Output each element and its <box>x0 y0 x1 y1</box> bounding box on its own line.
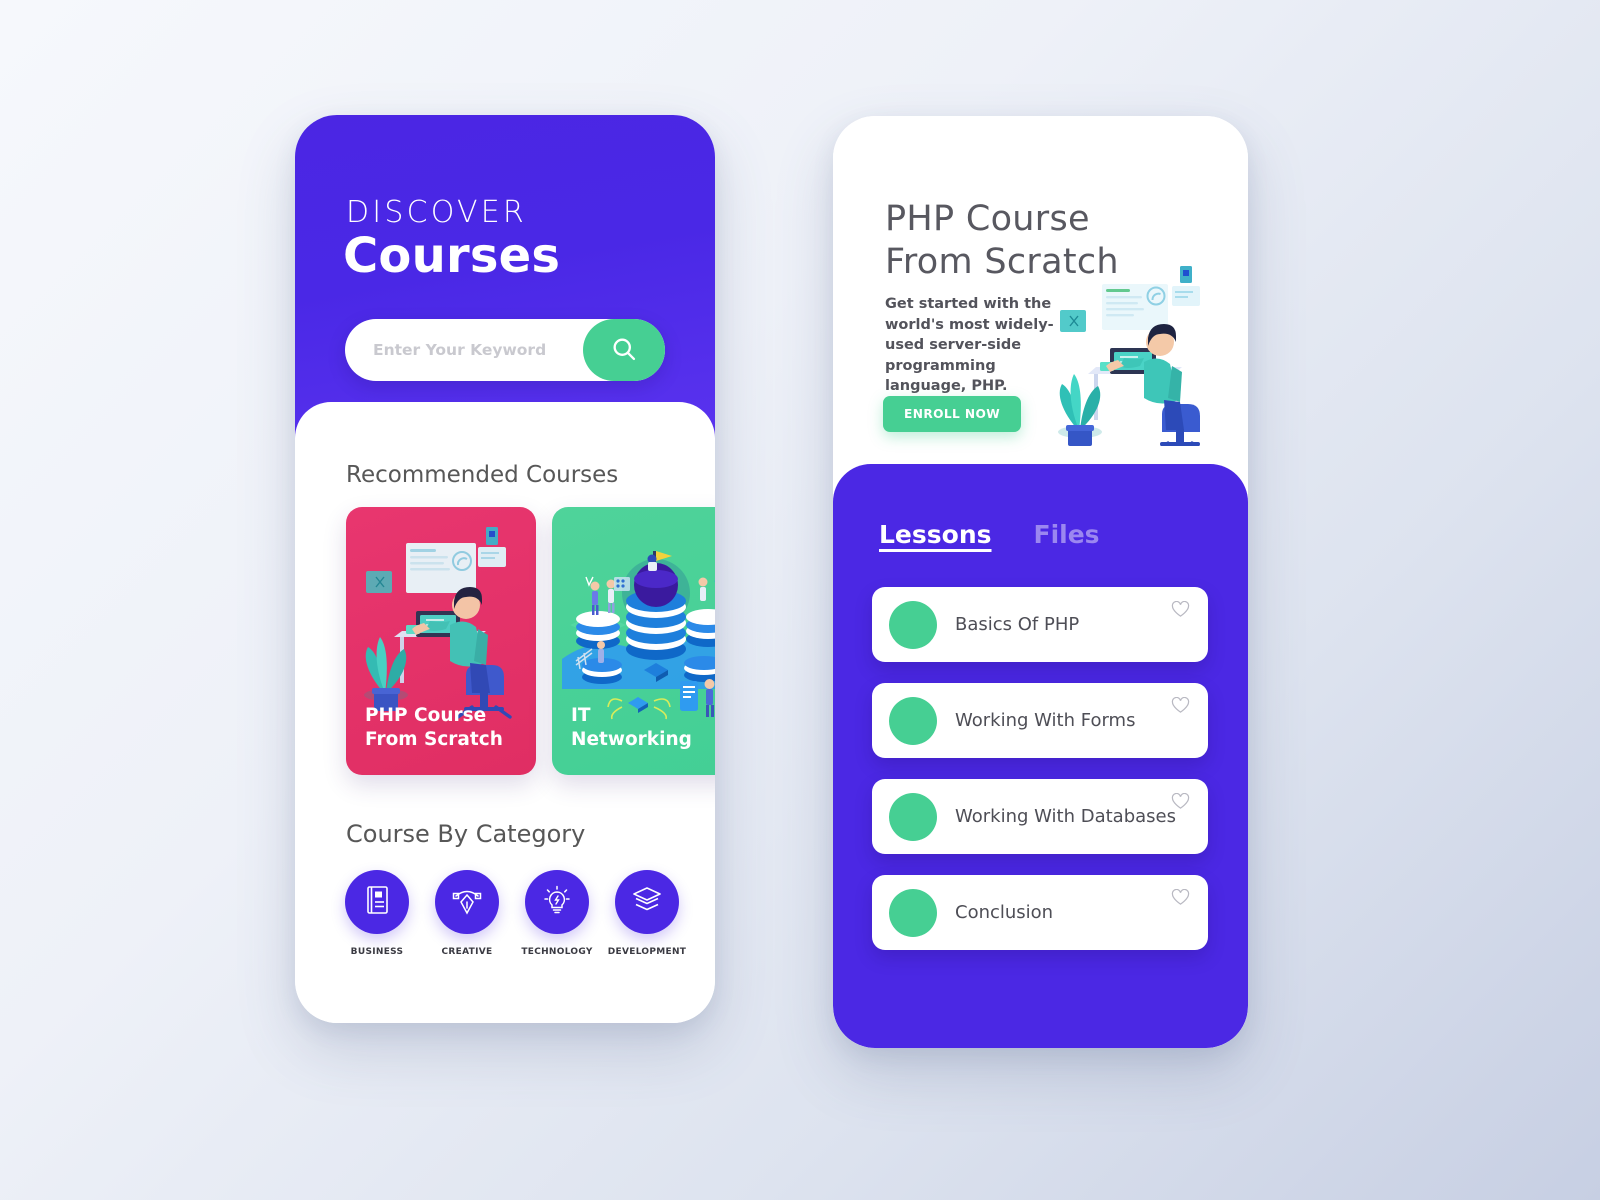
course-by-category-heading: Course By Category <box>346 820 586 848</box>
category-item-business[interactable]: BUSINESS <box>343 870 411 957</box>
lesson-status-dot <box>889 696 937 745</box>
phone-screen-course-detail: PHP Course From Scratch Get started with… <box>833 116 1248 1048</box>
tab-files[interactable]: Files <box>1034 520 1100 553</box>
page-title: Courses <box>343 228 561 284</box>
lesson-item[interactable]: Basics Of PHP <box>872 587 1208 662</box>
lesson-label: Basics Of PHP <box>955 614 1080 635</box>
phone-screen-discover: DISCOVER Courses Recommended Courses <box>295 115 715 1023</box>
category-item-development[interactable]: DEVELOPMENT <box>608 870 686 957</box>
content-sheet: Recommended Courses PHP Course From Scra… <box>295 402 715 1023</box>
category-label: BUSINESS <box>350 947 404 957</box>
hero-eyebrow: DISCOVER <box>346 195 527 230</box>
lesson-label: Conclusion <box>955 902 1054 923</box>
tab-lessons[interactable]: Lessons <box>879 520 992 553</box>
course-card-title: PHP Course From Scratch <box>365 704 503 751</box>
lesson-item[interactable]: Working With Databases <box>872 779 1208 854</box>
lesson-label: Working With Databases <box>955 806 1176 827</box>
server-network-illustration <box>562 551 715 720</box>
developer-at-desk-illustration <box>364 527 512 719</box>
category-icon-wrapper <box>615 870 679 934</box>
category-icon-wrapper <box>435 870 499 934</box>
category-label: DEVELOPMENT <box>607 947 687 957</box>
heart-icon[interactable] <box>1171 888 1190 910</box>
heart-icon[interactable] <box>1171 600 1190 622</box>
enroll-now-button[interactable]: ENROLL NOW <box>883 396 1022 432</box>
category-item-technology[interactable]: TECHNOLOGY <box>521 870 593 957</box>
category-icon-wrapper <box>525 870 589 934</box>
layers-icon <box>632 886 662 918</box>
category-icon-wrapper <box>345 870 409 934</box>
category-label: CREATIVE <box>441 947 493 957</box>
course-card-title: IT Networking <box>571 704 692 751</box>
course-card-php[interactable]: PHP Course From Scratch <box>346 507 536 775</box>
search-button[interactable] <box>583 319 665 381</box>
tab-bar: Lessons Files <box>879 520 1100 553</box>
category-label: TECHNOLOGY <box>521 947 593 957</box>
lightbulb-icon <box>543 885 571 919</box>
book-icon <box>364 885 390 919</box>
heart-icon[interactable] <box>1171 696 1190 718</box>
recommended-courses-list: PHP Course From Scratch IT Networking <box>346 507 715 775</box>
category-list: BUSINESS CREATIVE TECHNOLOGY DEVELOPMENT <box>343 870 686 957</box>
lesson-item[interactable]: Working With Forms <box>872 683 1208 758</box>
category-item-creative[interactable]: CREATIVE <box>433 870 501 957</box>
pen-tool-icon <box>452 885 482 919</box>
search-icon <box>610 335 638 366</box>
search-input[interactable] <box>373 341 588 359</box>
lesson-status-dot <box>889 792 937 841</box>
lesson-list: Basics Of PHP Working With Forms Working… <box>872 587 1208 971</box>
recommended-courses-heading: Recommended Courses <box>346 462 619 488</box>
course-card-it-networking[interactable]: IT Networking <box>552 507 715 775</box>
lesson-item[interactable]: Conclusion <box>872 875 1208 950</box>
search-bar <box>345 319 665 381</box>
lesson-status-dot <box>889 888 937 937</box>
lesson-label: Working With Forms <box>955 710 1136 731</box>
course-detail-header: PHP Course From Scratch Get started with… <box>833 116 1248 476</box>
heart-icon[interactable] <box>1171 792 1190 814</box>
lessons-panel: Lessons Files Basics Of PHP Working With… <box>833 464 1248 1048</box>
lesson-status-dot <box>889 600 937 649</box>
developer-at-desk-illustration <box>1058 266 1200 446</box>
hero-header: DISCOVER Courses <box>295 115 715 445</box>
